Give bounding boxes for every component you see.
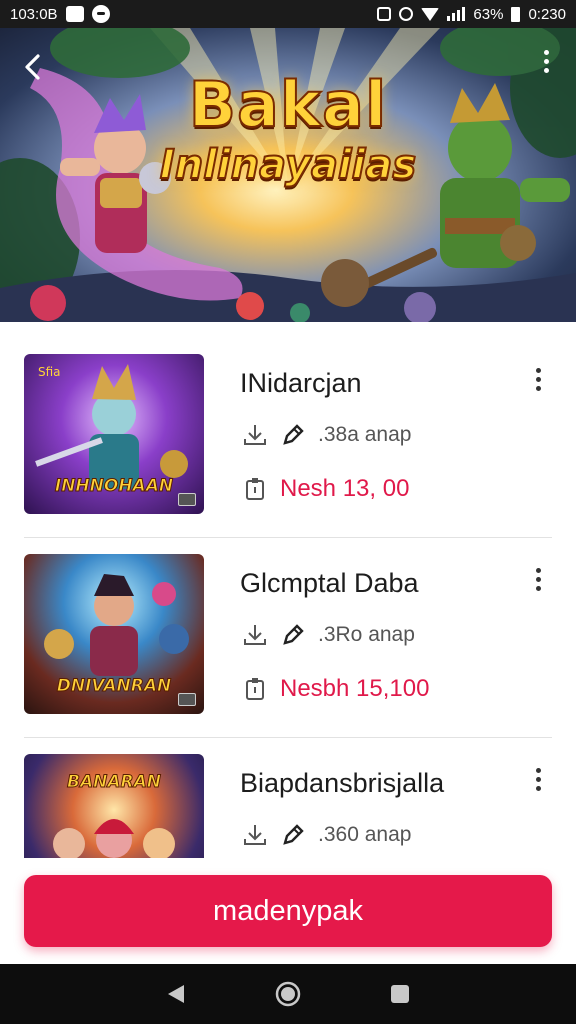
list-item[interactable]: Sfia INHNOHAAN INidarcjan .38a anap Nesh… (24, 338, 552, 538)
item-more-button[interactable] (528, 568, 548, 598)
status-right: 63% 0:230 (377, 6, 566, 23)
download-icon (244, 425, 266, 445)
thumbnail-caption: DNIVANRAN (56, 676, 172, 697)
square-recent-icon (391, 985, 409, 1003)
game-size: .38a anap (318, 423, 412, 446)
triangle-back-icon (168, 985, 184, 1003)
size-row: .3Ro anap (242, 622, 415, 648)
chat-bubble-icon (91, 5, 110, 23)
size-row: .38a anap (242, 422, 411, 448)
hero-more-button[interactable] (534, 50, 558, 82)
tag-icon (246, 478, 264, 500)
pen-icon (283, 424, 304, 445)
mute-icon (377, 7, 392, 21)
tag-icon (246, 678, 264, 700)
game-thumbnail[interactable]: Sfia INHNOHAAN (24, 354, 204, 514)
game-size: .3Ro anap (318, 623, 415, 646)
chevron-left-icon (25, 54, 40, 80)
item-more-button[interactable] (528, 368, 548, 398)
expand-icon (178, 493, 196, 506)
more-vertical-icon (535, 568, 541, 573)
list-item[interactable]: DNIVANRAN Glcmptal Daba .3Ro anap Nesbh … (24, 538, 552, 738)
game-size: .360 anap (318, 823, 412, 846)
size-row: .360 anap (242, 822, 411, 848)
nav-back-button[interactable] (156, 974, 196, 1014)
notification-badge-icon (65, 6, 84, 22)
system-nav-bar (0, 964, 576, 1024)
status-left: 103:0B (10, 5, 110, 23)
signal-icon (447, 7, 466, 21)
expand-icon (178, 693, 196, 706)
circle-home-icon (275, 981, 301, 1007)
wifi-icon (421, 7, 440, 21)
download-icon (244, 625, 266, 645)
more-vertical-icon (535, 768, 541, 773)
hero-banner: Bakal Inlinayaiias (0, 28, 576, 322)
more-vertical-icon (543, 50, 549, 55)
nav-recent-button[interactable] (380, 974, 420, 1014)
price-row: Nesh 13, 00 (242, 475, 409, 503)
battery-icon (511, 6, 521, 22)
download-icon (244, 825, 266, 845)
game-title[interactable]: Glcmptal Daba (240, 568, 419, 599)
item-more-button[interactable] (528, 768, 548, 798)
game-thumbnail[interactable]: DNIVANRAN (24, 554, 204, 714)
nav-home-button[interactable] (268, 974, 308, 1014)
alarm-icon (399, 7, 414, 21)
back-button[interactable] (18, 52, 48, 82)
status-time-right: 0:230 (528, 5, 566, 23)
price-row: Nesbh 15,100 (242, 675, 429, 703)
svg-text:Sfia: Sfia (38, 365, 61, 379)
game-title[interactable]: INidarcjan (240, 368, 362, 399)
pen-icon (283, 824, 304, 845)
battery-percent: 63% (473, 5, 504, 23)
game-title[interactable]: Biapdansbrisjalla (240, 768, 444, 799)
more-vertical-icon (535, 368, 541, 373)
pen-icon (283, 624, 304, 645)
hero-title-line1: Bakal (188, 67, 388, 142)
game-price: Nesbh 15,100 (280, 675, 430, 702)
primary-action-button[interactable]: madenypak (24, 875, 552, 947)
thumbnail-caption: BANARAN (67, 772, 162, 793)
game-list: Sfia INHNOHAAN INidarcjan .38a anap Nesh… (0, 338, 576, 938)
hero-title-line2: Inlinayaiias (159, 141, 417, 189)
status-bar: 103:0B 63% 0:230 (0, 0, 576, 28)
status-time-left: 103:0B (10, 5, 58, 23)
game-price: Nesh 13, 00 (280, 475, 410, 502)
thumbnail-caption: INHNOHAAN (54, 476, 174, 497)
